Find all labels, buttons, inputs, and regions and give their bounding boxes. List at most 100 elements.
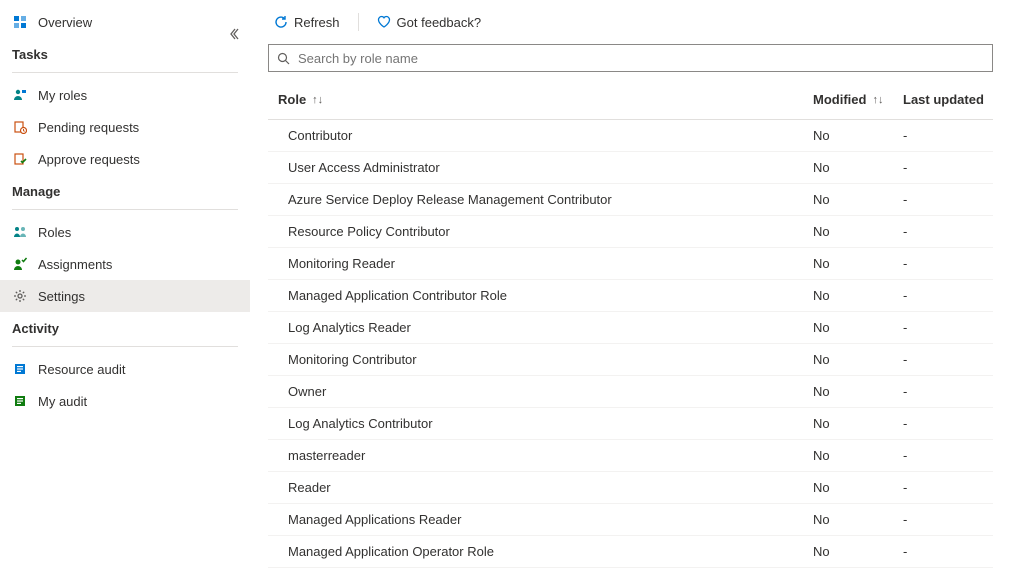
sidebar-section-label: Manage: [12, 184, 60, 199]
table-row[interactable]: OwnerNo-: [268, 376, 993, 408]
table-row[interactable]: Managed Application Operator RoleNo-: [268, 536, 993, 568]
roles-icon: [12, 224, 28, 240]
column-label: Modified: [813, 92, 866, 107]
cell-modified: No: [813, 256, 903, 271]
cell-last-updated: -: [903, 512, 993, 527]
cell-role: User Access Administrator: [268, 160, 813, 175]
table-row[interactable]: User Access AdministratorNo-: [268, 152, 993, 184]
feedback-label: Got feedback?: [397, 15, 482, 30]
search-box[interactable]: [268, 44, 993, 72]
roles-table: Role ↑↓ Modified ↑↓ Last updated Contrib…: [268, 80, 993, 587]
cell-last-updated: -: [903, 384, 993, 399]
sidebar: Overview Tasks My roles Pending requests…: [0, 0, 250, 587]
cell-modified: No: [813, 192, 903, 207]
collapse-sidebar-icon[interactable]: [228, 28, 240, 43]
sidebar-section-tasks: Tasks: [0, 38, 250, 70]
sidebar-item-resource-audit[interactable]: Resource audit: [0, 353, 250, 385]
cell-modified: No: [813, 512, 903, 527]
cell-last-updated: -: [903, 224, 993, 239]
sidebar-item-approve-requests[interactable]: Approve requests: [0, 143, 250, 175]
cell-role: Managed Applications Reader: [268, 512, 813, 527]
cell-last-updated: -: [903, 128, 993, 143]
cell-role: Managed Application Contributor Role: [268, 288, 813, 303]
cell-role: Resource Policy Contributor: [268, 224, 813, 239]
refresh-button[interactable]: Refresh: [268, 11, 346, 34]
cell-last-updated: -: [903, 352, 993, 367]
toolbar-divider: [358, 13, 359, 31]
cell-role: Log Analytics Contributor: [268, 416, 813, 431]
column-label: Role: [278, 92, 306, 107]
sidebar-item-label: Overview: [38, 15, 92, 30]
sidebar-item-pending-requests[interactable]: Pending requests: [0, 111, 250, 143]
person-roles-icon: [12, 87, 28, 103]
cell-last-updated: -: [903, 256, 993, 271]
cell-last-updated: -: [903, 192, 993, 207]
sidebar-item-roles[interactable]: Roles: [0, 216, 250, 248]
resource-audit-icon: [12, 361, 28, 377]
table-row[interactable]: Log Analytics ContributorNo-: [268, 408, 993, 440]
sidebar-item-label: My roles: [38, 88, 87, 103]
table-row[interactable]: Monitoring ContributorNo-: [268, 344, 993, 376]
cell-modified: No: [813, 384, 903, 399]
table-body: ContributorNo-User Access AdministratorN…: [268, 120, 993, 568]
column-last-updated[interactable]: Last updated: [903, 92, 993, 107]
sidebar-item-label: Settings: [38, 289, 85, 304]
cell-role: masterreader: [268, 448, 813, 463]
cell-modified: No: [813, 224, 903, 239]
table-row[interactable]: Log Analytics ReaderNo-: [268, 312, 993, 344]
cell-modified: No: [813, 480, 903, 495]
cell-modified: No: [813, 288, 903, 303]
sidebar-section-label: Activity: [12, 321, 59, 336]
column-modified[interactable]: Modified ↑↓: [813, 92, 903, 107]
cell-last-updated: -: [903, 448, 993, 463]
table-row[interactable]: masterreaderNo-: [268, 440, 993, 472]
cell-last-updated: -: [903, 160, 993, 175]
sidebar-item-my-roles[interactable]: My roles: [0, 79, 250, 111]
cell-modified: No: [813, 128, 903, 143]
sidebar-item-label: Assignments: [38, 257, 112, 272]
sidebar-item-label: Resource audit: [38, 362, 125, 377]
refresh-icon: [274, 15, 288, 29]
table-row[interactable]: Managed Application Contributor RoleNo-: [268, 280, 993, 312]
cell-modified: No: [813, 416, 903, 431]
sort-icon: ↑↓: [312, 94, 323, 106]
cell-modified: No: [813, 320, 903, 335]
sidebar-section-activity: Activity: [0, 312, 250, 344]
feedback-button[interactable]: Got feedback?: [371, 11, 488, 34]
divider: [12, 72, 238, 73]
sidebar-item-label: Pending requests: [38, 120, 139, 135]
approve-icon: [12, 151, 28, 167]
table-header: Role ↑↓ Modified ↑↓ Last updated: [268, 80, 993, 120]
cell-role: Azure Service Deploy Release Management …: [268, 192, 813, 207]
sidebar-item-settings[interactable]: Settings: [0, 280, 250, 312]
cell-modified: No: [813, 448, 903, 463]
table-row[interactable]: Azure Service Deploy Release Management …: [268, 184, 993, 216]
table-row[interactable]: Managed Applications ReaderNo-: [268, 504, 993, 536]
cell-last-updated: -: [903, 288, 993, 303]
cell-modified: No: [813, 544, 903, 559]
sidebar-section-manage: Manage: [0, 175, 250, 207]
sidebar-item-overview[interactable]: Overview: [0, 6, 250, 38]
assignments-icon: [12, 256, 28, 272]
cell-role: Reader: [268, 480, 813, 495]
cell-role: Monitoring Contributor: [268, 352, 813, 367]
sidebar-item-assignments[interactable]: Assignments: [0, 248, 250, 280]
table-row[interactable]: Monitoring ReaderNo-: [268, 248, 993, 280]
command-bar: Refresh Got feedback?: [268, 0, 993, 44]
column-role[interactable]: Role ↑↓: [268, 92, 813, 107]
column-label: Last updated: [903, 92, 984, 107]
sidebar-item-my-audit[interactable]: My audit: [0, 385, 250, 417]
gear-icon: [12, 288, 28, 304]
my-audit-icon: [12, 393, 28, 409]
cell-modified: No: [813, 160, 903, 175]
table-row[interactable]: ContributorNo-: [268, 120, 993, 152]
cell-last-updated: -: [903, 480, 993, 495]
sidebar-item-label: My audit: [38, 394, 87, 409]
divider: [12, 209, 238, 210]
table-row[interactable]: ReaderNo-: [268, 472, 993, 504]
table-row[interactable]: Resource Policy ContributorNo-: [268, 216, 993, 248]
cell-modified: No: [813, 352, 903, 367]
cell-last-updated: -: [903, 416, 993, 431]
search-input[interactable]: [296, 45, 984, 71]
sidebar-section-label: Tasks: [12, 47, 48, 62]
